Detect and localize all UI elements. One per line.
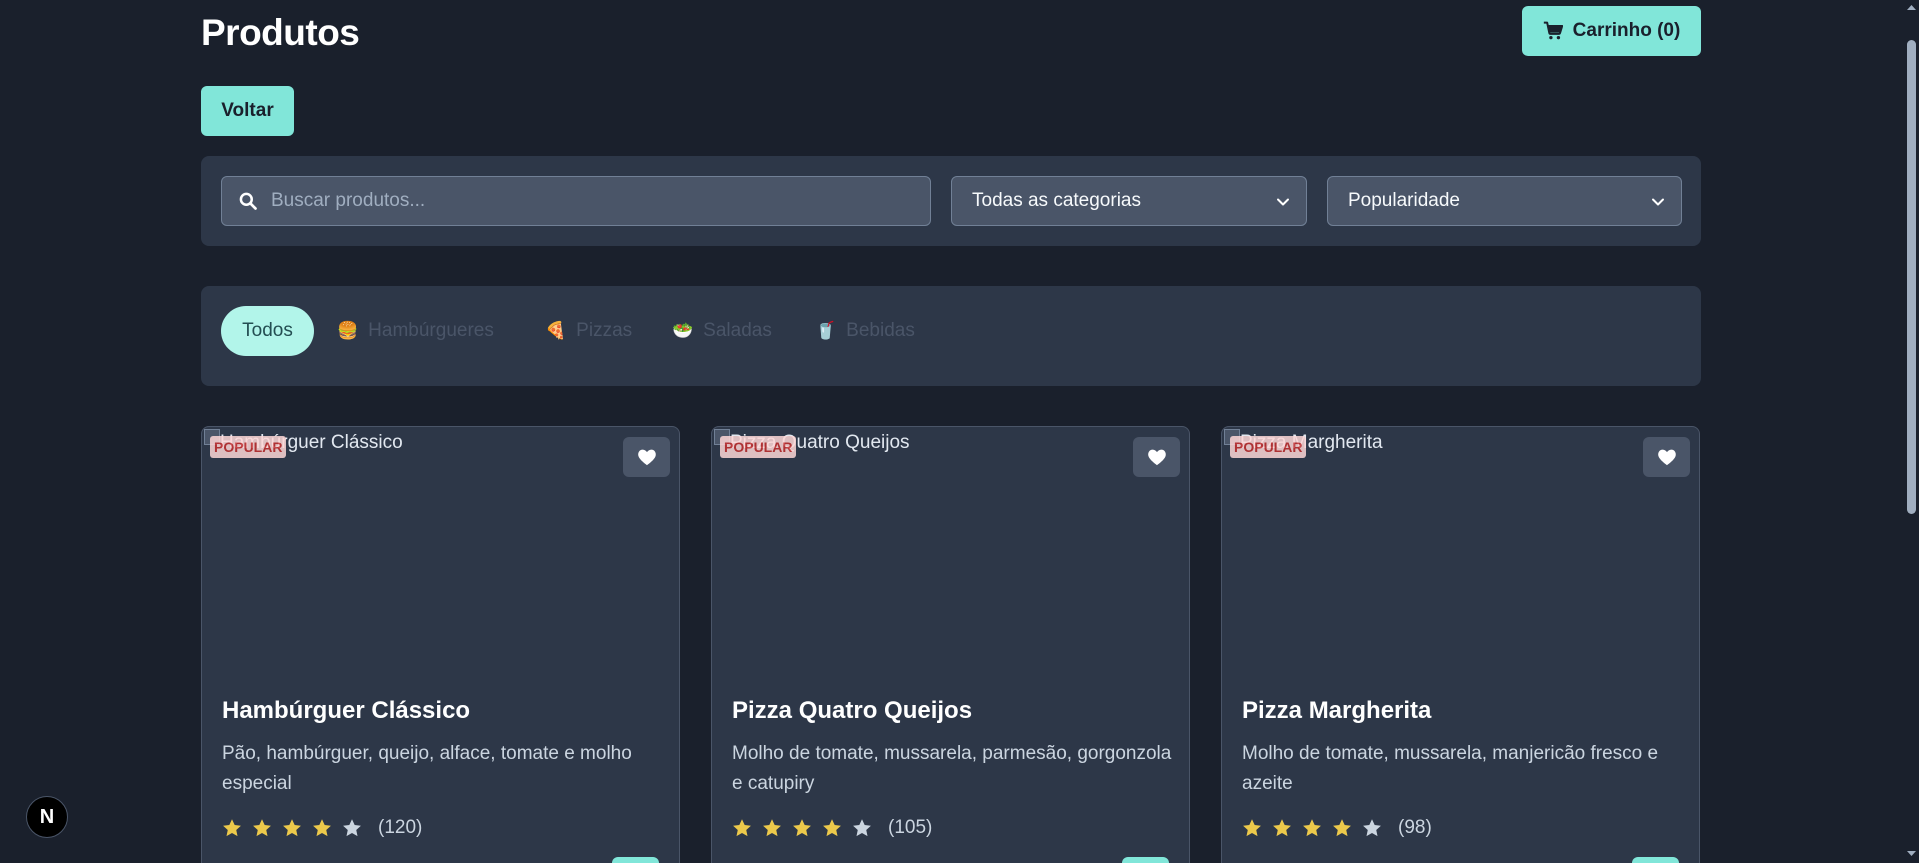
cart-button[interactable]: Carrinho (0) xyxy=(1522,6,1701,56)
review-count: (105) xyxy=(888,817,933,838)
cart-label: Carrinho (0) xyxy=(1572,20,1681,41)
search-input[interactable] xyxy=(271,177,921,225)
star-icon xyxy=(313,819,331,837)
chevron-down-icon xyxy=(1652,198,1664,206)
tab-label: Hambúrgueres xyxy=(368,320,494,341)
favorite-button[interactable] xyxy=(623,437,670,477)
product-name: Pizza Quatro Queijos xyxy=(732,697,973,724)
salad-icon: 🥗 xyxy=(672,321,694,340)
star-icon xyxy=(283,819,301,837)
star-icon xyxy=(823,819,841,837)
scroll-up-icon[interactable] xyxy=(1906,3,1917,11)
product-card[interactable]: Pizza Margherita POPULAR Pizza Margherit… xyxy=(1221,426,1700,863)
product-rating: (120) xyxy=(222,817,422,839)
sort-select-value: Popularidade xyxy=(1348,190,1460,211)
star-empty-icon xyxy=(853,819,871,837)
popular-badge: POPULAR xyxy=(1230,436,1307,458)
product-image: Pizza Quatro Queijos POPULAR xyxy=(712,427,1189,672)
chevron-down-icon xyxy=(1277,198,1289,206)
product-description: Molho de tomate, mussarela, manjericão f… xyxy=(1242,743,1659,794)
star-icon xyxy=(793,819,811,837)
tab-saladas[interactable]: 🥗 Saladas xyxy=(672,306,772,356)
heart-icon xyxy=(1147,449,1166,466)
product-rating: (105) xyxy=(732,817,932,839)
star-icon xyxy=(733,819,751,837)
pizza-icon: 🍕 xyxy=(545,321,567,340)
tab-label: Saladas xyxy=(703,320,772,341)
product-name: Pizza Margherita xyxy=(1242,697,1432,724)
star-icon xyxy=(763,819,781,837)
tab-pizzas[interactable]: 🍕 Pizzas xyxy=(545,306,632,356)
scroll-down-icon[interactable] xyxy=(1906,850,1917,858)
add-to-cart-button[interactable] xyxy=(1632,857,1679,863)
tab-todos[interactable]: Todos xyxy=(221,306,314,356)
search-icon xyxy=(239,192,257,210)
heart-icon xyxy=(637,449,656,466)
category-select-value: Todas as categorias xyxy=(972,190,1141,211)
favorite-button[interactable] xyxy=(1643,437,1690,477)
product-card[interactable]: Pizza Quatro Queijos POPULAR Pizza Quatr… xyxy=(711,426,1190,863)
scrollbar-thumb[interactable] xyxy=(1907,40,1916,514)
heart-icon xyxy=(1657,449,1676,466)
tab-hamburgueres[interactable]: 🍔 Hambúrgueres xyxy=(337,306,494,356)
add-to-cart-button[interactable] xyxy=(1122,857,1169,863)
review-count: (98) xyxy=(1398,817,1432,838)
star-icon xyxy=(253,819,271,837)
search-box[interactable] xyxy=(221,176,931,226)
category-tabs: Todos 🍔 Hambúrgueres 🍕 Pizzas 🥗 Saladas … xyxy=(201,286,1701,386)
burger-icon: 🍔 xyxy=(337,321,359,340)
popular-badge: POPULAR xyxy=(720,436,797,458)
product-name: Hambúrguer Clássico xyxy=(222,697,471,724)
dev-tools-badge[interactable]: N xyxy=(26,796,68,838)
page-title: Produtos xyxy=(201,12,360,53)
add-to-cart-button[interactable] xyxy=(612,857,659,863)
back-button[interactable]: Voltar xyxy=(201,86,294,136)
star-icon xyxy=(1273,819,1291,837)
product-description: Pão, hambúrguer, queijo, alface, tomate … xyxy=(222,743,632,794)
star-icon xyxy=(223,819,241,837)
star-icon xyxy=(1243,819,1261,837)
star-icon xyxy=(1303,819,1321,837)
favorite-button[interactable] xyxy=(1133,437,1180,477)
drink-icon: 🥤 xyxy=(815,321,837,340)
star-icon xyxy=(1333,819,1351,837)
sort-select[interactable]: Popularidade xyxy=(1327,176,1682,226)
review-count: (120) xyxy=(378,817,423,838)
product-description: Molho de tomate, mussarela, parmesão, go… xyxy=(732,743,1172,794)
product-image: Pizza Margherita POPULAR xyxy=(1222,427,1699,672)
tab-label: Todos xyxy=(242,320,293,341)
tab-label: Pizzas xyxy=(576,320,633,341)
star-empty-icon xyxy=(1363,819,1381,837)
filter-panel: Todas as categorias Popularidade xyxy=(201,156,1701,246)
product-rating: (98) xyxy=(1242,817,1432,839)
popular-badge: POPULAR xyxy=(210,436,287,458)
category-select[interactable]: Todas as categorias xyxy=(951,176,1307,226)
cart-icon xyxy=(1543,21,1563,40)
product-card[interactable]: Hambúrguer Clássico POPULAR Hambúrguer C… xyxy=(201,426,680,863)
tab-label: Bebidas xyxy=(846,320,915,341)
star-empty-icon xyxy=(343,819,361,837)
product-image: Hambúrguer Clássico POPULAR xyxy=(202,427,679,672)
tab-bebidas[interactable]: 🥤 Bebidas xyxy=(815,306,915,356)
